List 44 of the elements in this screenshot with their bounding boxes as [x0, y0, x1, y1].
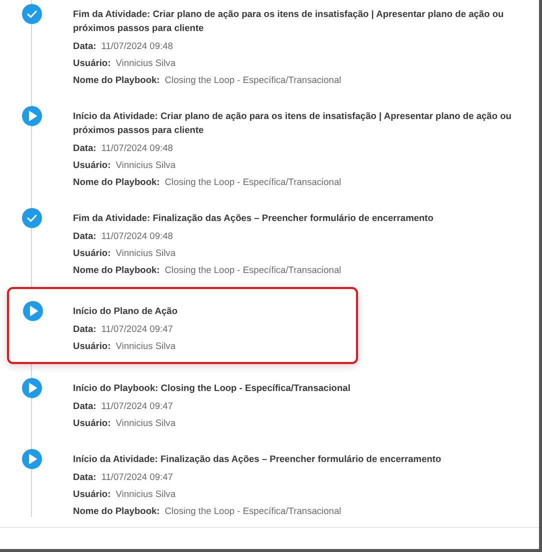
- field-value: 11/07/2024 09:48: [101, 142, 173, 155]
- field-label: Nome do Playbook:: [73, 505, 160, 518]
- field-value: Closing the Loop - Específica/Transacional: [164, 74, 342, 87]
- play-icon: [22, 378, 42, 398]
- field-value: Vinnicius Silva: [116, 159, 176, 172]
- field-label: Nome do Playbook:: [73, 74, 160, 87]
- field-label: Usuário:: [73, 417, 111, 430]
- field-value: Vinnicius Silva: [116, 488, 176, 501]
- field-label: Data:: [73, 323, 96, 336]
- field-value: Vinnicius Silva: [116, 417, 176, 430]
- field-value: 11/07/2024 09:47: [101, 400, 173, 413]
- field-label: Nome do Playbook:: [73, 176, 160, 189]
- field-label: Usuário:: [73, 488, 111, 501]
- field-label: Usuário:: [73, 247, 111, 260]
- field-value: Closing the Loop - Específica/Transacional: [164, 505, 342, 518]
- field-label: Data:: [73, 230, 96, 243]
- event-title: Início da Atividade: Finalização das Ações – Preencher formulário de encerramento: [73, 453, 442, 466]
- event-title: Fim da Atividade: Criar plano de ação para os itens de insatisfação | Apresentar plano de ação ou próximos passos para cliente: [73, 8, 505, 35]
- field-value: 11/07/2024 09:48: [101, 40, 173, 53]
- field-label: Nome do Playbook:: [73, 264, 160, 277]
- field-label: Usuário:: [73, 340, 111, 353]
- play-icon: [22, 106, 42, 126]
- field-label: Data:: [73, 400, 96, 413]
- field-label: Data:: [73, 40, 96, 53]
- check-icon: [22, 208, 42, 228]
- check-icon: [22, 4, 42, 24]
- field-label: Data:: [73, 142, 96, 155]
- event-title: Início do Plano de Ação: [73, 305, 179, 318]
- play-icon: [23, 301, 43, 321]
- field-label: Usuário:: [73, 159, 111, 172]
- field-value: Vinnicius Silva: [116, 247, 176, 260]
- field-value: 11/07/2024 09:47: [101, 471, 173, 484]
- event-title: Fim da Atividade: Finalização das Ações – Preencher formulário de encerramento: [73, 212, 434, 225]
- field-value: Closing the Loop - Específica/Transacional: [164, 176, 342, 189]
- field-label: Data:: [73, 471, 96, 484]
- field-value: Vinnicius Silva: [116, 340, 176, 353]
- field-value: 11/07/2024 09:48: [101, 230, 173, 243]
- event-title: Início da Atividade: Criar plano de ação para os itens de insatisfação | Apresentar plano de ação ou próximos passos para cliente: [73, 110, 512, 137]
- event-title: Início do Playbook: Closing the Loop - Específica/Transacional: [73, 382, 352, 395]
- field-label: Usuário:: [73, 57, 111, 70]
- field-value: Vinnicius Silva: [116, 57, 176, 70]
- field-value: Closing the Loop - Específica/Transacional: [164, 264, 342, 277]
- play-icon: [22, 449, 42, 469]
- field-value: 11/07/2024 09:47: [101, 323, 173, 336]
